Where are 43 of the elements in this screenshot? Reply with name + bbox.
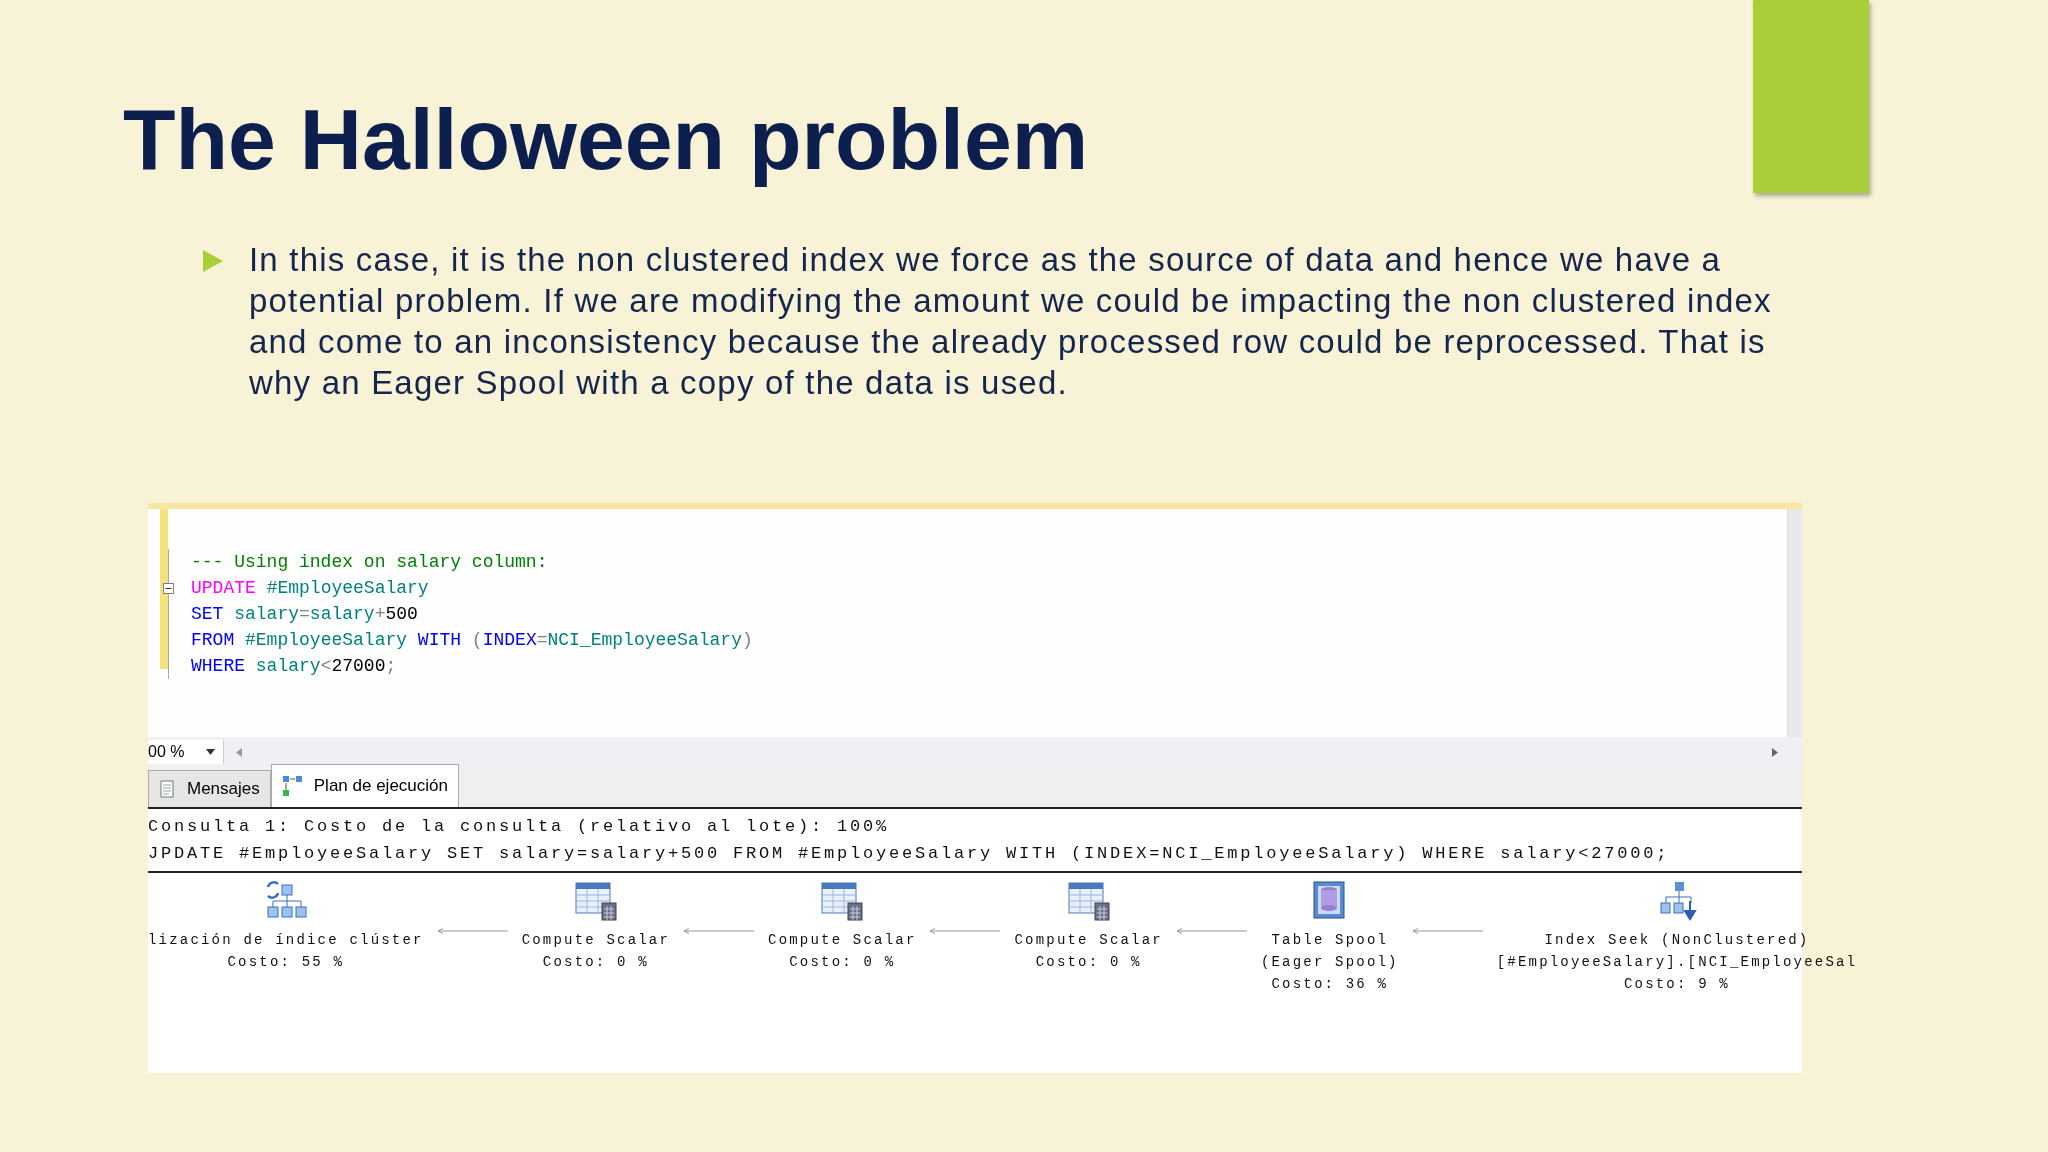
node-label: Costo: 55 % bbox=[227, 953, 345, 973]
node-label: Compute Scalar bbox=[768, 931, 917, 951]
plan-icon bbox=[281, 775, 304, 798]
code-line: UPDATE #EmployeeSalary bbox=[191, 578, 429, 599]
node-label: Compute Scalar bbox=[1014, 931, 1163, 951]
node-label: Table Spool bbox=[1271, 931, 1389, 951]
caret-icon bbox=[206, 749, 216, 756]
table-calculator-icon bbox=[820, 881, 865, 922]
table-calculator-icon bbox=[1066, 881, 1111, 922]
slide-title: The Halloween problem bbox=[123, 90, 1089, 189]
code-line: --- Using index on salary column: bbox=[191, 552, 548, 573]
node-label: Compute Scalar bbox=[521, 931, 671, 951]
code-editor[interactable]: --- Using index on salary column: UPDATE #EmployeeSalary SET salary=salary+500 FROM #EmployeeSalary WITH (INDEX=NCI_EmployeeSalary) WHERE salary<27000; bbox=[148, 503, 1802, 738]
bullet-text: In this case, it is the non clustered index we force as the source of data and hence we have a potential problem. If we are modifying the amount we could be impacting the non clustered index and come to an inconsistency because the already processed row could be reprocessed. That is why an Eager Spool with a copy of the data is used. bbox=[249, 240, 1773, 404]
zoom-dropdown[interactable]: 00 % bbox=[148, 740, 225, 765]
node-label: Costo: 9 % bbox=[1623, 975, 1730, 995]
table-calculator-icon bbox=[573, 881, 618, 922]
node-label: Index Seek (NonClustered) bbox=[1544, 931, 1810, 951]
node-label: lización de índice clúster bbox=[148, 931, 424, 951]
node-label: (Eager Spool) bbox=[1260, 953, 1399, 973]
node-label: Costo: 0 % bbox=[789, 953, 896, 973]
collapse-icon[interactable] bbox=[163, 582, 174, 594]
arrow-icon bbox=[437, 927, 508, 936]
arrow-icon bbox=[930, 927, 1001, 936]
node-label: Costo: 36 % bbox=[1271, 975, 1389, 995]
code-line: WHERE salary<27000; bbox=[191, 656, 397, 677]
scrollbar[interactable] bbox=[1787, 509, 1802, 738]
node-label: Costo: 0 % bbox=[1035, 953, 1142, 973]
result-text: JPDATE #EmployeeSalary SET salary=salary+500 FROM #EmployeeSalary WITH (INDEX=NCI_EmployeeSalary) WHERE salary<27000; bbox=[148, 843, 1670, 866]
scroll-right-icon[interactable] bbox=[1772, 747, 1778, 757]
arrow-icon bbox=[1176, 927, 1247, 936]
result-tab[interactable]: Plan de ejecución bbox=[270, 764, 459, 808]
spool-icon bbox=[1312, 881, 1347, 922]
bullet-icon bbox=[203, 250, 223, 273]
result-text: Consulta 1: Costo de la consulta (relativo al lote): 100% bbox=[148, 816, 890, 839]
code-line: SET salary=salary+500 bbox=[191, 604, 418, 625]
node-label: [#EmployeeSalary].[NCI_EmployeeSal bbox=[1496, 953, 1858, 973]
arrow-icon bbox=[1412, 927, 1483, 936]
arrow-icon bbox=[684, 927, 755, 936]
code-line: FROM #EmployeeSalary WITH (INDEX=NCI_EmployeeSalary) bbox=[191, 630, 753, 651]
result-tab[interactable]: Mensajes bbox=[148, 770, 271, 808]
node-label: Costo: 0 % bbox=[542, 953, 649, 973]
document-icon bbox=[159, 780, 177, 799]
